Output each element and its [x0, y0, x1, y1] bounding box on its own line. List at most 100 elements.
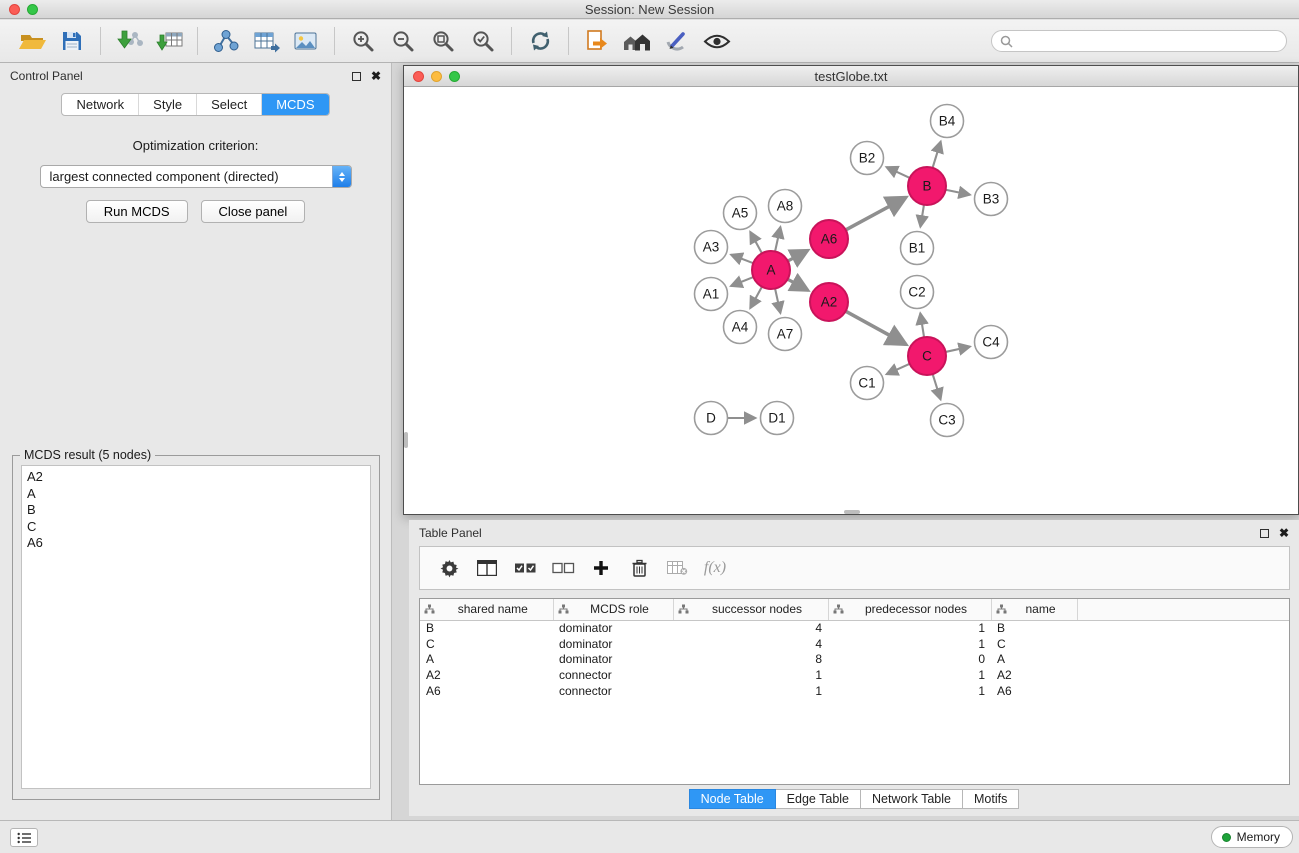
node-table[interactable]: shared nameMCDS rolesuccessor nodesprede… — [419, 598, 1290, 785]
graph-edge[interactable] — [886, 167, 909, 178]
graph-edge[interactable] — [946, 347, 970, 352]
run-mcds-button[interactable]: Run MCDS — [86, 200, 188, 223]
export-network-button[interactable] — [208, 23, 244, 59]
graph-edge[interactable] — [775, 289, 780, 313]
column-header[interactable]: shared name — [420, 599, 553, 620]
zoom-network-window-button[interactable] — [449, 71, 460, 82]
mcds-result-item[interactable]: A2 — [27, 469, 365, 486]
home-icon — [622, 30, 652, 53]
table-settings-button[interactable] — [430, 559, 468, 578]
import-network-button[interactable] — [111, 23, 147, 59]
mcds-result-list[interactable]: A2ABCA6 — [21, 465, 371, 789]
window-title: Session: New Session — [585, 2, 714, 17]
graph-edge[interactable] — [933, 142, 941, 168]
table-row[interactable]: Adominator80A — [420, 651, 1289, 667]
table-row[interactable]: Cdominator41C — [420, 636, 1289, 652]
network-canvas-svg: B4B2BB3A5A8A6B1A3AC2A1A2A4A7C4CC1C3DD1 — [404, 87, 1298, 514]
float-panel-icon[interactable] — [352, 72, 361, 81]
mcds-result-item[interactable]: A6 — [27, 535, 365, 552]
column-header[interactable]: MCDS role — [553, 599, 673, 620]
sort-icon — [558, 604, 569, 614]
graph-edge[interactable] — [920, 313, 924, 337]
graph-edge[interactable] — [775, 227, 780, 251]
export-image-button[interactable] — [288, 23, 324, 59]
refresh-button[interactable] — [522, 23, 558, 59]
export-table-icon — [253, 29, 280, 53]
open-session-button[interactable] — [14, 23, 50, 59]
home-button[interactable] — [619, 23, 655, 59]
memory-button[interactable]: Memory — [1211, 826, 1293, 848]
network-canvas[interactable]: B4B2BB3A5A8A6B1A3AC2A1A2A4A7C4CC1C3DD1 — [404, 87, 1298, 514]
zoom-selected-button[interactable] — [465, 23, 501, 59]
graph-edge[interactable] — [731, 255, 753, 264]
table-row[interactable]: Bdominator41B — [420, 620, 1289, 636]
save-session-button[interactable] — [54, 23, 90, 59]
toolbar-separator — [334, 27, 335, 55]
graph-edge[interactable] — [788, 279, 808, 290]
task-history-button[interactable] — [10, 828, 38, 847]
graph-edge[interactable] — [846, 311, 906, 344]
function-builder-button[interactable]: f(x) — [696, 559, 734, 577]
column-header[interactable]: successor nodes — [673, 599, 828, 620]
tab-select[interactable]: Select — [196, 94, 261, 115]
column-selector-button[interactable] — [468, 560, 506, 576]
table-row[interactable]: A2connector11A2 — [420, 667, 1289, 683]
graph-node-label: B2 — [859, 151, 876, 166]
annotate-button[interactable] — [659, 23, 695, 59]
select-all-button[interactable] — [506, 560, 544, 576]
float-table-panel-icon[interactable] — [1260, 529, 1269, 538]
graph-edge[interactable] — [946, 190, 970, 195]
open-document-button[interactable] — [579, 23, 615, 59]
close-network-window-button[interactable] — [413, 71, 424, 82]
search-box[interactable] — [991, 30, 1287, 52]
network-window-titlebar[interactable]: testGlobe.txt — [404, 66, 1298, 87]
column-header[interactable]: predecessor nodes — [828, 599, 991, 620]
horizontal-scrollbar-thumb[interactable] — [844, 510, 860, 514]
graph-edge[interactable] — [933, 374, 941, 399]
table-row[interactable]: A6connector11A6 — [420, 683, 1289, 699]
search-icon — [1000, 35, 1013, 48]
search-input[interactable] — [1018, 34, 1278, 48]
close-window-button[interactable] — [9, 4, 20, 15]
close-panel-button[interactable]: Close panel — [201, 200, 306, 223]
graph-edge[interactable] — [846, 197, 906, 230]
graph-node-label: A4 — [732, 320, 749, 335]
minimize-network-window-button[interactable] — [431, 71, 442, 82]
plus-icon — [593, 560, 609, 576]
deselect-all-button[interactable] — [544, 560, 582, 576]
tab-motifs[interactable]: Motifs — [963, 789, 1019, 809]
graph-edge[interactable] — [788, 250, 808, 261]
vertical-scrollbar-thumb[interactable] — [404, 432, 408, 448]
delete-table-button[interactable] — [658, 561, 696, 576]
zoom-out-button[interactable] — [385, 23, 421, 59]
criterion-select[interactable]: largest connected component (directed) — [40, 165, 352, 188]
tab-mcds[interactable]: MCDS — [261, 94, 328, 115]
graph-edge[interactable] — [920, 205, 924, 227]
import-network-icon — [116, 29, 143, 53]
export-table-button[interactable] — [248, 23, 284, 59]
add-row-button[interactable] — [582, 560, 620, 576]
import-table-button[interactable] — [151, 23, 187, 59]
column-header[interactable]: name — [991, 599, 1077, 620]
zoom-fit-button[interactable] — [425, 23, 461, 59]
delete-rows-button[interactable] — [620, 559, 658, 577]
tab-edge-table[interactable]: Edge Table — [776, 789, 861, 809]
graph-edge[interactable] — [731, 277, 753, 286]
mcds-result-item[interactable]: C — [27, 519, 365, 536]
zoom-in-button[interactable] — [345, 23, 381, 59]
mcds-result-item[interactable]: B — [27, 502, 365, 519]
graph-edge[interactable] — [887, 364, 910, 374]
graph-edge[interactable] — [750, 232, 762, 253]
tab-network[interactable]: Network — [62, 94, 138, 115]
tab-network-table[interactable]: Network Table — [861, 789, 963, 809]
graph-edge[interactable] — [750, 287, 762, 308]
tab-style[interactable]: Style — [138, 94, 196, 115]
select-all-icon — [514, 560, 537, 576]
mcds-result-item[interactable]: A — [27, 486, 365, 503]
tab-node-table[interactable]: Node Table — [689, 789, 776, 809]
zoom-window-button[interactable] — [27, 4, 38, 15]
close-table-panel-icon[interactable]: ✖ — [1279, 529, 1289, 538]
show-hide-button[interactable] — [699, 23, 735, 59]
close-panel-icon[interactable]: ✖ — [371, 72, 381, 81]
titlebar[interactable]: Session: New Session — [0, 0, 1299, 19]
